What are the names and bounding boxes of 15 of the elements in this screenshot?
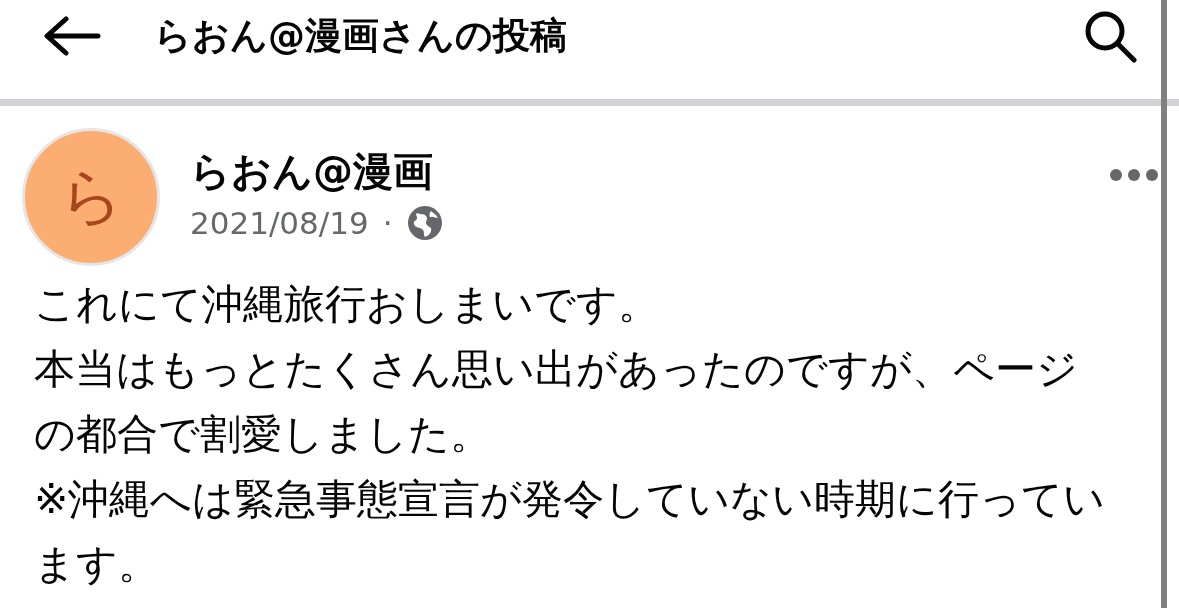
post-text-line: の都合で割愛しました。 (34, 409, 491, 460)
more-options-icon[interactable] (1109, 168, 1159, 182)
globe-icon (406, 204, 443, 241)
post-date[interactable]: 2021/08/19 (190, 204, 369, 241)
post-text-line: 本当はもっとたくさん思い出があったのですが、ページ (34, 344, 1078, 395)
separator-dot: · (382, 204, 393, 241)
post-text-line: これにて沖縄旅行おしまいです。 (34, 279, 659, 330)
post-text-line: ます。 (34, 539, 159, 590)
page-title: らおん@漫画さんの投稿 (154, 13, 568, 59)
search-icon[interactable] (1083, 9, 1137, 63)
back-arrow-icon[interactable] (42, 16, 102, 56)
scrollbar[interactable] (1161, 0, 1167, 608)
avatar[interactable]: ら (22, 128, 160, 266)
author-name[interactable]: らおん@漫画 (190, 143, 433, 199)
post-text-line: ※沖縄へは緊急事態宣言が発令していない時期に行ってい (34, 474, 1106, 525)
